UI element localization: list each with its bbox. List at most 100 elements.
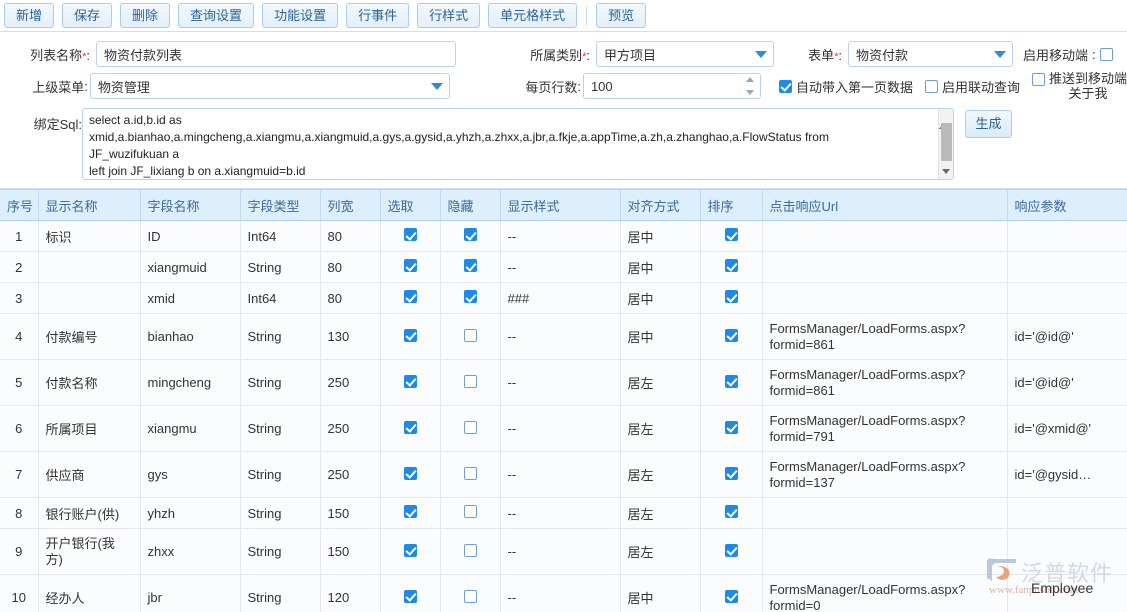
select-cell[interactable]	[380, 221, 440, 252]
col-index[interactable]: 序号	[0, 190, 38, 221]
display-style-cell[interactable]: --	[500, 406, 620, 452]
field-name-cell[interactable]: mingcheng	[140, 360, 240, 406]
enable-linked-query-box[interactable]	[925, 80, 938, 93]
response-param-cell[interactable]	[1007, 221, 1127, 252]
sort-cell[interactable]	[700, 575, 762, 612]
field-name-cell[interactable]: bianhao	[140, 314, 240, 360]
row-index-cell[interactable]: 2	[0, 252, 38, 283]
row-style-button[interactable]: 行样式	[417, 3, 480, 28]
field-type-cell[interactable]: String	[240, 529, 320, 575]
field-type-cell[interactable]: String	[240, 360, 320, 406]
table-row[interactable]: 10经办人jbrString120--居中FormsManager/LoadFo…	[0, 575, 1127, 612]
push-to-mobile-box[interactable]	[1032, 73, 1045, 86]
click-url-cell[interactable]	[762, 283, 1007, 314]
row-index-cell[interactable]: 5	[0, 360, 38, 406]
table-row[interactable]: 5付款名称mingchengString250--居左FormsManager/…	[0, 360, 1127, 406]
select-cell[interactable]	[380, 575, 440, 612]
select-checkbox[interactable]	[404, 375, 417, 388]
response-param-cell[interactable]	[1007, 283, 1127, 314]
scroll-thumb[interactable]	[941, 123, 952, 161]
row-index-cell[interactable]: 10	[0, 575, 38, 612]
row-index-cell[interactable]: 7	[0, 452, 38, 498]
row-index-cell[interactable]: 6	[0, 406, 38, 452]
hidden-cell[interactable]	[440, 314, 500, 360]
display-name-cell[interactable]: 付款编号	[38, 314, 140, 360]
col-align[interactable]: 对齐方式	[620, 190, 700, 221]
sort-checkbox[interactable]	[725, 329, 738, 342]
align-mode-cell[interactable]: 居左	[620, 360, 700, 406]
field-name-cell[interactable]: zhxx	[140, 529, 240, 575]
select-cell[interactable]	[380, 452, 440, 498]
query-settings-button[interactable]: 查询设置	[178, 3, 254, 28]
field-name-cell[interactable]: yhzh	[140, 498, 240, 529]
table-row[interactable]: 7供应商gysString250--居左FormsManager/LoadFor…	[0, 452, 1127, 498]
click-url-cell[interactable]	[762, 221, 1007, 252]
list-name-input[interactable]	[96, 41, 456, 67]
select-cell[interactable]	[380, 529, 440, 575]
col-click-url[interactable]: 点击响应Url	[762, 190, 1007, 221]
sort-cell[interactable]	[700, 452, 762, 498]
delete-button[interactable]: 删除	[120, 3, 170, 28]
select-cell[interactable]	[380, 252, 440, 283]
column-width-cell[interactable]: 250	[320, 360, 380, 406]
field-name-cell[interactable]: jbr	[140, 575, 240, 612]
row-index-cell[interactable]: 9	[0, 529, 38, 575]
hidden-checkbox[interactable]	[464, 228, 477, 241]
sort-cell[interactable]	[700, 498, 762, 529]
align-mode-cell[interactable]: 居中	[620, 575, 700, 612]
click-url-cell[interactable]: FormsManager/LoadForms.aspx?formid=137	[762, 452, 1007, 498]
column-width-cell[interactable]: 130	[320, 314, 380, 360]
click-url-cell[interactable]	[762, 498, 1007, 529]
select-checkbox[interactable]	[404, 228, 417, 241]
align-mode-cell[interactable]: 居左	[620, 406, 700, 452]
display-style-cell[interactable]: --	[500, 360, 620, 406]
generate-button[interactable]: 生成	[965, 110, 1012, 138]
function-settings-button[interactable]: 功能设置	[262, 3, 338, 28]
row-index-cell[interactable]: 4	[0, 314, 38, 360]
sql-textarea[interactable]: select a.id,b.id as xmid,a.bianhao,a.min…	[82, 108, 954, 180]
table-row[interactable]: 2xiangmuidString80--居中	[0, 252, 1127, 283]
column-width-cell[interactable]: 80	[320, 283, 380, 314]
cell-style-button[interactable]: 单元格样式	[488, 3, 577, 28]
hidden-checkbox[interactable]	[464, 544, 477, 557]
sort-checkbox[interactable]	[725, 505, 738, 518]
category-select[interactable]	[596, 41, 774, 67]
sql-scrollbar[interactable]	[938, 109, 953, 179]
hidden-checkbox[interactable]	[464, 329, 477, 342]
col-sort[interactable]: 排序	[700, 190, 762, 221]
field-type-cell[interactable]: String	[240, 575, 320, 612]
sort-checkbox[interactable]	[725, 544, 738, 557]
hidden-checkbox[interactable]	[464, 467, 477, 480]
display-style-cell[interactable]: ###	[500, 283, 620, 314]
sort-checkbox[interactable]	[725, 375, 738, 388]
select-cell[interactable]	[380, 360, 440, 406]
sort-cell[interactable]	[700, 360, 762, 406]
preview-button[interactable]: 预览	[596, 3, 646, 28]
response-param-cell[interactable]	[1007, 529, 1127, 575]
field-type-cell[interactable]: String	[240, 452, 320, 498]
display-name-cell[interactable]: 标识	[38, 221, 140, 252]
rows-per-page-input[interactable]	[583, 73, 761, 99]
hidden-checkbox[interactable]	[464, 375, 477, 388]
field-type-cell[interactable]: String	[240, 252, 320, 283]
add-button[interactable]: 新增	[4, 3, 54, 28]
enable-mobile-checkbox[interactable]: 启用移动端:	[1023, 45, 1113, 64]
response-param-cell[interactable]: id='@gysid…	[1007, 452, 1127, 498]
display-name-cell[interactable]: 开户银行(我方)	[38, 529, 140, 575]
hidden-cell[interactable]	[440, 452, 500, 498]
sort-checkbox[interactable]	[725, 467, 738, 480]
hidden-checkbox[interactable]	[464, 421, 477, 434]
field-type-cell[interactable]: Int64	[240, 283, 320, 314]
sort-cell[interactable]	[700, 221, 762, 252]
col-field-type[interactable]: 字段类型	[240, 190, 320, 221]
push-to-mobile-checkbox[interactable]: 推送到移动端 关于我	[1032, 71, 1127, 101]
response-param-cell[interactable]	[1007, 498, 1127, 529]
hidden-checkbox[interactable]	[464, 590, 477, 603]
column-width-cell[interactable]: 250	[320, 406, 380, 452]
display-name-cell[interactable]: 所属项目	[38, 406, 140, 452]
response-param-cell[interactable]: id='@id@'	[1007, 360, 1127, 406]
category-field-wrap[interactable]	[596, 41, 774, 67]
column-width-cell[interactable]: 150	[320, 529, 380, 575]
table-row[interactable]: 8银行账户(供)yhzhString150--居左	[0, 498, 1127, 529]
row-index-cell[interactable]: 1	[0, 221, 38, 252]
